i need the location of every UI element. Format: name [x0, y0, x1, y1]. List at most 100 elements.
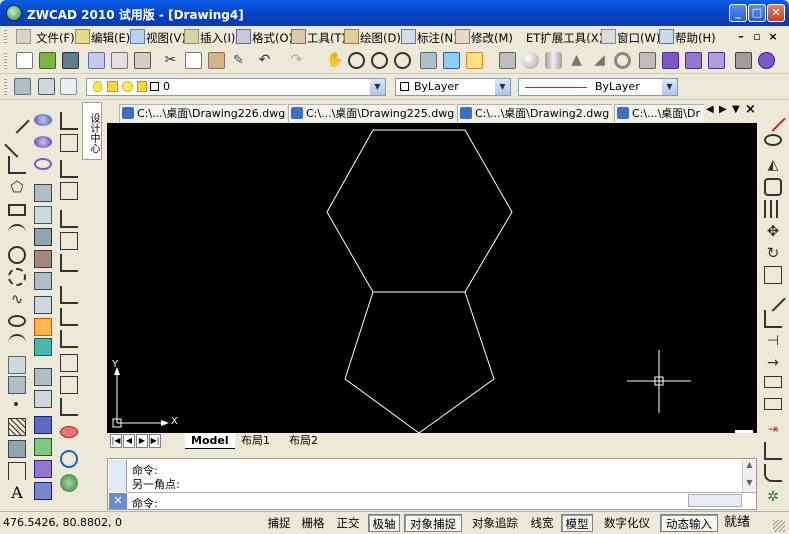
- circle-icon[interactable]: [8, 246, 26, 264]
- diameter-dim-icon[interactable]: [60, 210, 78, 228]
- color-combo[interactable]: ByLayer ▼: [395, 78, 511, 96]
- spline-icon[interactable]: ∿: [8, 290, 26, 308]
- scale-icon[interactable]: [764, 266, 782, 284]
- resize-grip[interactable]: [773, 520, 785, 532]
- solid-intersect-icon[interactable]: [34, 482, 52, 500]
- array-icon[interactable]: [764, 200, 782, 218]
- tool-palette-icon[interactable]: [466, 52, 483, 69]
- tab-model[interactable]: Model: [185, 433, 235, 449]
- design-center-tab[interactable]: 设计中心: [82, 102, 102, 160]
- line-icon[interactable]: [4, 108, 30, 134]
- make-block-icon[interactable]: [8, 376, 26, 394]
- ellipse-arc-icon[interactable]: [8, 334, 26, 352]
- solid-extrude-icon[interactable]: [34, 272, 52, 290]
- section-icon[interactable]: [34, 158, 52, 170]
- union-icon[interactable]: [662, 52, 679, 69]
- mdi-restore-button[interactable]: ▫: [751, 30, 763, 43]
- arc-icon[interactable]: [8, 224, 26, 242]
- print-preview-icon[interactable]: [111, 52, 128, 69]
- menu-tools[interactable]: 工具(T): [307, 30, 346, 46]
- baseline-dim-icon[interactable]: [60, 254, 78, 272]
- break-at-point-icon[interactable]: [764, 398, 782, 410]
- zoom-realtime-icon[interactable]: [348, 52, 365, 69]
- solid-separate-icon[interactable]: [34, 368, 52, 386]
- prev-layout-button[interactable]: ◀: [123, 434, 135, 448]
- revcloud-icon[interactable]: [8, 268, 26, 286]
- center-mark-icon[interactable]: [60, 376, 78, 394]
- menu-draw[interactable]: 绘图(D): [360, 30, 401, 46]
- command-horizontal-scrollbar[interactable]: [688, 494, 742, 507]
- solid-taper-icon[interactable]: [34, 318, 52, 336]
- qdim-icon[interactable]: [60, 308, 78, 326]
- polygon-icon[interactable]: ⬠: [8, 178, 26, 196]
- chevron-down-icon[interactable]: ▼: [662, 79, 677, 95]
- solid-move-icon[interactable]: [34, 206, 52, 224]
- linetype-combo[interactable]: ByLayer ▼: [518, 78, 678, 96]
- layer-previous-icon[interactable]: [60, 78, 77, 95]
- open-file-icon[interactable]: [39, 52, 56, 69]
- publish-icon[interactable]: [134, 52, 151, 69]
- zoom-icon[interactable]: [60, 450, 78, 468]
- tab-close-icon[interactable]: ×: [745, 102, 756, 117]
- tab-layout1[interactable]: 布局1: [235, 433, 276, 449]
- zoom-previous-icon[interactable]: [394, 52, 411, 69]
- layer-manager-icon[interactable]: [14, 78, 31, 95]
- dim-edit-icon[interactable]: [60, 398, 78, 416]
- command-close-icon[interactable]: ✕: [109, 493, 127, 509]
- toolbar-grip[interactable]: [4, 78, 7, 96]
- snap-toggle[interactable]: 捕捉: [265, 514, 293, 532]
- zoom-window-icon[interactable]: [371, 52, 388, 69]
- model-toggle[interactable]: 模型: [561, 514, 593, 532]
- menu-edit[interactable]: 编辑(E): [91, 30, 130, 46]
- chevron-down-icon[interactable]: ▼: [495, 79, 510, 95]
- fillet-icon[interactable]: [764, 464, 782, 482]
- stretch-icon[interactable]: [760, 286, 786, 312]
- tab-scroll-left-icon[interactable]: ◀: [706, 104, 714, 115]
- tab-drawing225[interactable]: C:\...\桌面\Drawing225.dwg: [288, 104, 455, 122]
- subtract-icon[interactable]: [685, 52, 702, 69]
- leader-icon[interactable]: [60, 330, 78, 348]
- trim-icon[interactable]: ⊣: [764, 332, 782, 350]
- match-properties-icon[interactable]: ✎: [230, 52, 247, 69]
- menu-window[interactable]: 窗口(W): [617, 30, 660, 46]
- explode-icon[interactable]: ✲: [764, 488, 782, 506]
- new-file-icon[interactable]: [16, 52, 33, 69]
- otrack-toggle[interactable]: 对象追踪: [467, 514, 523, 532]
- redo-icon[interactable]: ↷: [288, 52, 305, 69]
- menu-et-tools[interactable]: ET扩展工具(X): [526, 30, 603, 46]
- point-icon[interactable]: [14, 402, 18, 406]
- menu-file[interactable]: 文件(F): [36, 30, 75, 46]
- rotate-icon[interactable]: ↻: [764, 244, 782, 262]
- mtext-icon[interactable]: A: [8, 484, 26, 502]
- toolbar-grip[interactable]: [4, 29, 7, 45]
- break-icon[interactable]: [764, 376, 782, 388]
- tab-drawing-truncated[interactable]: C:\...\桌面\Dr: [614, 104, 704, 122]
- undo-icon[interactable]: ↶: [256, 52, 273, 69]
- box-icon[interactable]: [499, 52, 516, 69]
- properties-icon[interactable]: [420, 52, 437, 69]
- copy-object-icon[interactable]: [764, 134, 782, 146]
- copy-icon[interactable]: [185, 52, 202, 69]
- table-icon[interactable]: [8, 462, 26, 480]
- continue-dim-icon[interactable]: [60, 286, 78, 304]
- grid-toggle[interactable]: 栅格: [299, 514, 327, 532]
- menu-insert[interactable]: 插入(I): [200, 30, 235, 46]
- torus-icon[interactable]: [34, 114, 52, 126]
- menu-dimension[interactable]: 标注(N): [417, 30, 458, 46]
- tolerance-icon[interactable]: [60, 354, 78, 372]
- ortho-toggle[interactable]: 正交: [334, 514, 362, 532]
- menu-modify[interactable]: 修改(M): [471, 30, 513, 46]
- chamfer-icon[interactable]: [764, 442, 782, 460]
- polyline-icon[interactable]: [8, 156, 26, 174]
- tab-layout2[interactable]: 布局2: [283, 433, 324, 449]
- radius-dim-icon[interactable]: [60, 182, 78, 200]
- design-center-icon[interactable]: [443, 52, 460, 69]
- slice-icon[interactable]: [735, 52, 752, 69]
- next-layout-button[interactable]: ▶: [136, 434, 148, 448]
- distance-icon[interactable]: [60, 426, 78, 438]
- osnap-toggle[interactable]: 对象捕捉: [404, 514, 462, 532]
- last-layout-button[interactable]: ▶|: [149, 434, 161, 448]
- region-icon[interactable]: [8, 440, 26, 458]
- solid-color-icon[interactable]: [34, 250, 52, 268]
- tab-scroll-right-icon[interactable]: ▶: [719, 104, 727, 115]
